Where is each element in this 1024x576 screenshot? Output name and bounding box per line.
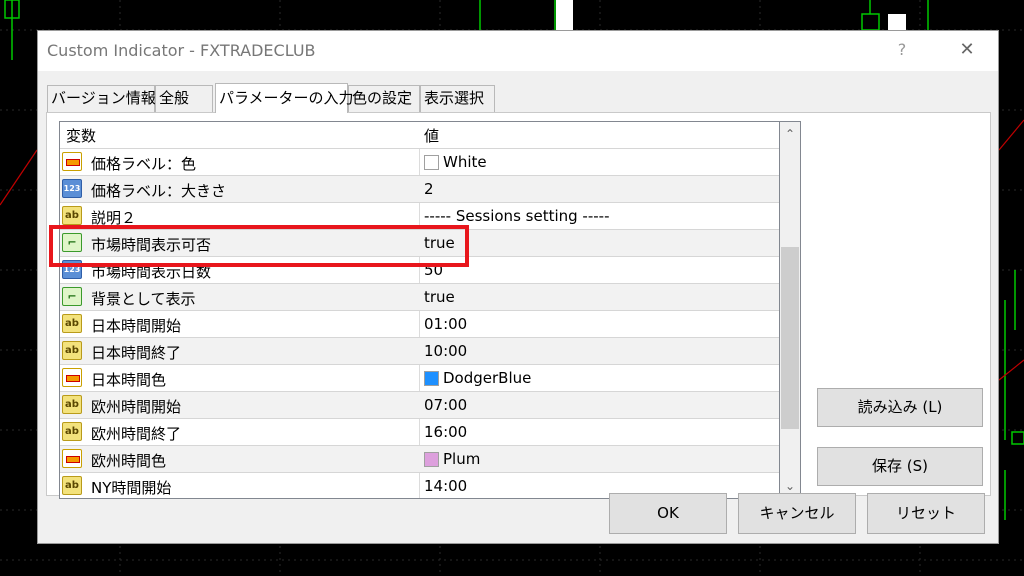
cancel-button[interactable]: キャンセル xyxy=(738,493,856,534)
string-param-icon: ab xyxy=(62,206,82,225)
table-row[interactable]: ⌐ 背景として表示 true xyxy=(60,284,779,311)
table-row[interactable]: ab 日本時間開始 01:00 xyxy=(60,311,779,338)
load-button[interactable]: 読み込み (L) xyxy=(817,388,983,427)
string-param-icon: ab xyxy=(62,341,82,360)
header-value: 値 xyxy=(424,127,440,145)
color-param-icon xyxy=(62,152,82,171)
string-param-icon: ab xyxy=(62,314,82,333)
param-name: 価格ラベル：色 xyxy=(91,155,197,173)
param-value[interactable]: Plum xyxy=(424,450,480,468)
param-value[interactable]: DodgerBlue xyxy=(424,369,531,387)
param-name: 欧州時間終了 xyxy=(91,425,182,443)
param-name: NY時間開始 xyxy=(91,479,172,497)
table-row[interactable]: 欧州時間色 Plum xyxy=(60,446,779,473)
table-header: 変数 値 xyxy=(60,122,779,149)
param-name: 欧州時間色 xyxy=(91,452,167,470)
tab-colors[interactable]: 色の設定 xyxy=(348,85,420,112)
param-value-text: Plum xyxy=(443,450,481,468)
tab-input-parameters[interactable]: パラメーターの入力 xyxy=(215,83,354,113)
close-icon[interactable]: ✕ xyxy=(956,39,978,60)
param-value[interactable]: 10:00 xyxy=(424,342,467,360)
param-value-text: White xyxy=(443,153,487,171)
param-value-text: 07:00 xyxy=(424,396,468,414)
table-row[interactable]: ab 日本時間終了 10:00 xyxy=(60,338,779,365)
param-value[interactable]: 14:00 xyxy=(424,477,467,495)
help-icon[interactable]: ? xyxy=(892,40,912,59)
reset-button[interactable]: リセット xyxy=(867,493,985,534)
table-row[interactable]: 123 価格ラベル：大きさ 2 xyxy=(60,176,779,203)
custom-indicator-dialog: Custom Indicator - FXTRADECLUB ? ✕ バージョン… xyxy=(37,30,999,544)
parameters-table: 変数 値 価格ラベル：色 White 123 価格ラベル：大きさ 2 ab 説明２ -----… xyxy=(59,121,780,499)
param-value-text: 10:00 xyxy=(424,342,468,360)
param-value-text: true xyxy=(424,288,455,306)
param-value-text: ----- Sessions setting ----- xyxy=(424,207,610,225)
param-name: 欧州時間開始 xyxy=(91,398,182,416)
string-param-icon: ab xyxy=(62,476,82,495)
param-value[interactable]: 01:00 xyxy=(424,315,467,333)
param-value-text: 01:00 xyxy=(424,315,468,333)
param-value[interactable]: 07:00 xyxy=(424,396,467,414)
color-swatch xyxy=(424,155,439,170)
param-value[interactable]: 2 xyxy=(424,180,434,198)
string-param-icon: ab xyxy=(62,422,82,441)
param-name: 背景として表示 xyxy=(91,290,196,308)
table-row[interactable]: 価格ラベル：色 White xyxy=(60,149,779,176)
param-name: 日本時間開始 xyxy=(91,317,182,335)
tab-version-info[interactable]: バージョン情報 xyxy=(47,85,156,112)
color-swatch xyxy=(424,452,439,467)
param-value-text: 16:00 xyxy=(424,423,468,441)
bool-param-icon: ⌐ xyxy=(62,287,82,306)
param-value[interactable]: ----- Sessions setting ----- xyxy=(424,207,609,225)
param-value[interactable]: White xyxy=(424,153,487,171)
save-button[interactable]: 保存 (S) xyxy=(817,447,983,486)
color-param-icon xyxy=(62,449,82,468)
param-value-text: 2 xyxy=(424,180,434,198)
vertical-scrollbar[interactable]: ⌃ ⌄ xyxy=(780,121,801,499)
title-bar: Custom Indicator - FXTRADECLUB ? ✕ xyxy=(38,31,998,71)
param-name: 日本時間終了 xyxy=(91,344,182,362)
ok-button[interactable]: OK xyxy=(609,493,727,534)
param-value[interactable]: true xyxy=(424,288,455,306)
number-param-icon: 123 xyxy=(62,179,82,198)
param-value[interactable]: 16:00 xyxy=(424,423,467,441)
table-row[interactable]: ab 欧州時間終了 16:00 xyxy=(60,419,779,446)
tab-visualization[interactable]: 表示選択 xyxy=(420,85,495,112)
param-name: 日本時間色 xyxy=(91,371,167,389)
param-value-text: DodgerBlue xyxy=(443,369,532,387)
color-swatch xyxy=(424,371,439,386)
scroll-up-icon[interactable]: ⌃ xyxy=(780,124,800,144)
parameters-panel: 変数 値 価格ラベル：色 White 123 価格ラベル：大きさ 2 ab 説明２ -----… xyxy=(46,112,991,499)
window-title: Custom Indicator - FXTRADECLUB xyxy=(47,41,316,60)
header-variable: 変数 xyxy=(66,127,97,145)
scroll-thumb[interactable] xyxy=(781,247,799,429)
table-row[interactable]: 日本時間色 DodgerBlue xyxy=(60,365,779,392)
param-value-text: 14:00 xyxy=(424,477,468,495)
param-name: 価格ラベル：大きさ xyxy=(91,182,227,200)
string-param-icon: ab xyxy=(62,395,82,414)
color-param-icon xyxy=(62,368,82,387)
table-row[interactable]: ab 欧州時間開始 07:00 xyxy=(60,392,779,419)
tab-general[interactable]: 全般 xyxy=(155,85,213,112)
highlight-box xyxy=(49,225,469,267)
